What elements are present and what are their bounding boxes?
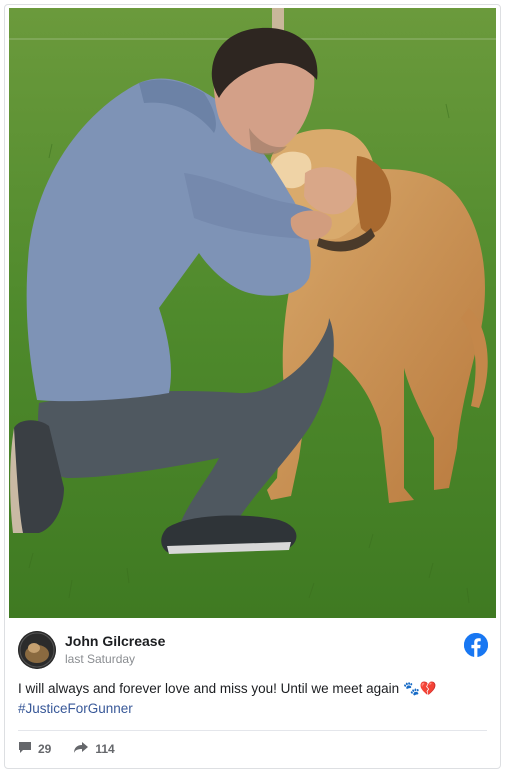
post-photo[interactable]: [9, 8, 496, 618]
comments-value: 29: [38, 742, 52, 756]
comments-count[interactable]: 29: [18, 741, 51, 757]
post-text: I will always and forever love and miss …: [18, 679, 488, 718]
author-name[interactable]: John Gilcrease: [65, 633, 165, 649]
engagement-stats: 29 114: [18, 740, 115, 758]
share-icon: [73, 741, 89, 757]
paw-heart-emoji: 🐾💔: [402, 681, 437, 697]
author-avatar[interactable]: [18, 631, 56, 669]
post-timestamp[interactable]: last Saturday: [65, 652, 135, 666]
comment-icon: [18, 741, 32, 757]
post-header: John Gilcrease last Saturday: [5, 625, 500, 675]
shares-count[interactable]: 114: [73, 741, 115, 757]
facebook-post-card: John Gilcrease last Saturday I will alwa…: [4, 4, 501, 769]
shares-value: 114: [95, 742, 115, 756]
facebook-icon[interactable]: [464, 633, 488, 657]
divider: [18, 730, 487, 731]
hashtag-link[interactable]: #JusticeForGunner: [18, 701, 133, 716]
post-message: I will always and forever love and miss …: [18, 681, 400, 696]
